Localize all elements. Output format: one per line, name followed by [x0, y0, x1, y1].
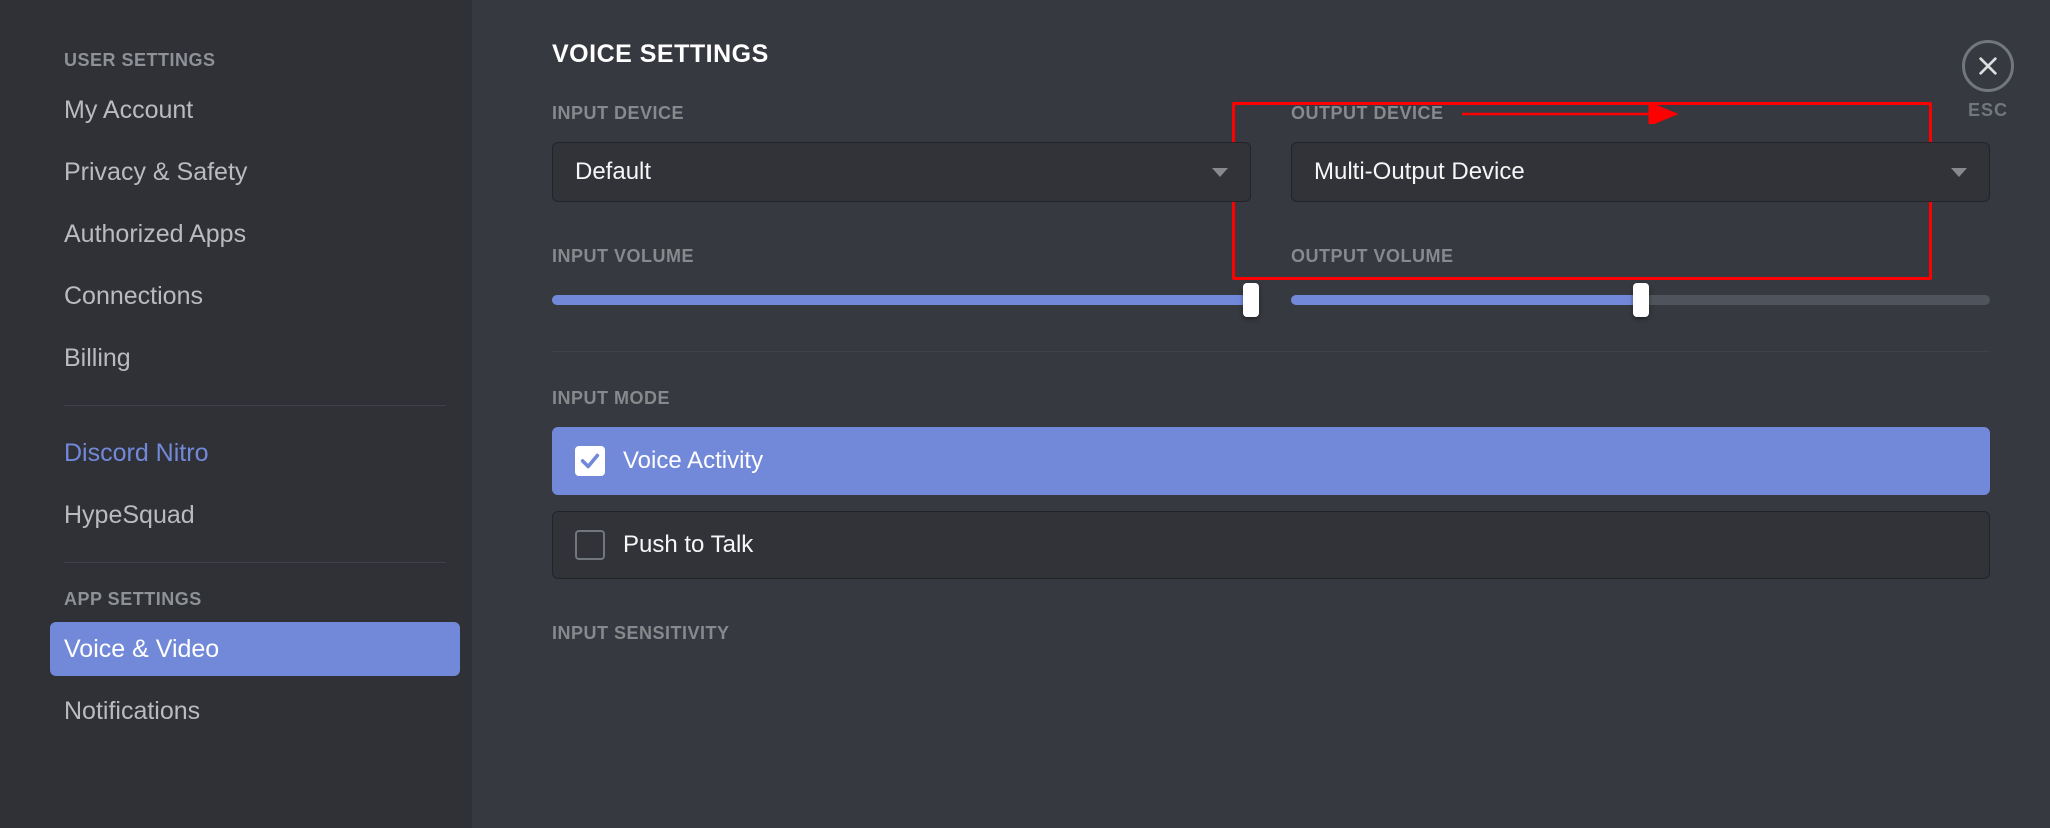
output-device-label: OUTPUT DEVICE	[1291, 103, 1990, 124]
sidebar-section-user: USER SETTINGS	[50, 40, 460, 79]
sidebar-item-billing[interactable]: Billing	[50, 331, 460, 385]
sidebar-divider	[64, 562, 446, 563]
chevron-down-icon	[1212, 168, 1228, 177]
close-icon	[1962, 40, 2014, 92]
sidebar-item-privacy[interactable]: Privacy & Safety	[50, 145, 460, 199]
page-title: VOICE SETTINGS	[552, 40, 1990, 69]
voice-activity-label: Voice Activity	[623, 447, 763, 475]
close-button[interactable]: ESC	[1962, 40, 2014, 121]
sidebar-item-my-account[interactable]: My Account	[50, 83, 460, 137]
checkbox-icon	[575, 446, 605, 476]
sidebar-item-hypesquad[interactable]: HypeSquad	[50, 488, 460, 542]
input-device-select[interactable]: Default	[552, 142, 1251, 202]
input-volume-label: INPUT VOLUME	[552, 246, 1251, 267]
input-device-label: INPUT DEVICE	[552, 103, 1251, 124]
input-sensitivity-label: INPUT SENSITIVITY	[552, 623, 1990, 644]
section-divider	[552, 351, 1990, 352]
input-device-value: Default	[575, 158, 651, 186]
checkbox-icon	[575, 530, 605, 560]
sidebar-item-voice-video[interactable]: Voice & Video	[50, 622, 460, 676]
sidebar-item-nitro[interactable]: Discord Nitro	[50, 426, 460, 480]
sidebar-divider	[64, 405, 446, 406]
output-volume-label: OUTPUT VOLUME	[1291, 246, 1990, 267]
sidebar-section-app: APP SETTINGS	[50, 579, 460, 618]
input-mode-push-to-talk[interactable]: Push to Talk	[552, 511, 1990, 579]
sidebar-item-connections[interactable]: Connections	[50, 269, 460, 323]
output-device-select[interactable]: Multi-Output Device	[1291, 142, 1990, 202]
input-mode-label: INPUT MODE	[552, 388, 1990, 409]
push-to-talk-label: Push to Talk	[623, 531, 753, 559]
output-volume-slider[interactable]	[1291, 285, 1990, 315]
input-volume-slider[interactable]	[552, 285, 1251, 315]
main-content: VOICE SETTINGS INPUT DEVICE Default OUTP…	[472, 0, 2050, 828]
chevron-down-icon	[1951, 168, 1967, 177]
close-label: ESC	[1968, 100, 2008, 121]
sidebar-item-authorized-apps[interactable]: Authorized Apps	[50, 207, 460, 261]
settings-sidebar: USER SETTINGS My Account Privacy & Safet…	[0, 0, 472, 828]
output-device-value: Multi-Output Device	[1314, 158, 1525, 186]
input-mode-voice-activity[interactable]: Voice Activity	[552, 427, 1990, 495]
sidebar-item-notifications[interactable]: Notifications	[50, 684, 460, 738]
